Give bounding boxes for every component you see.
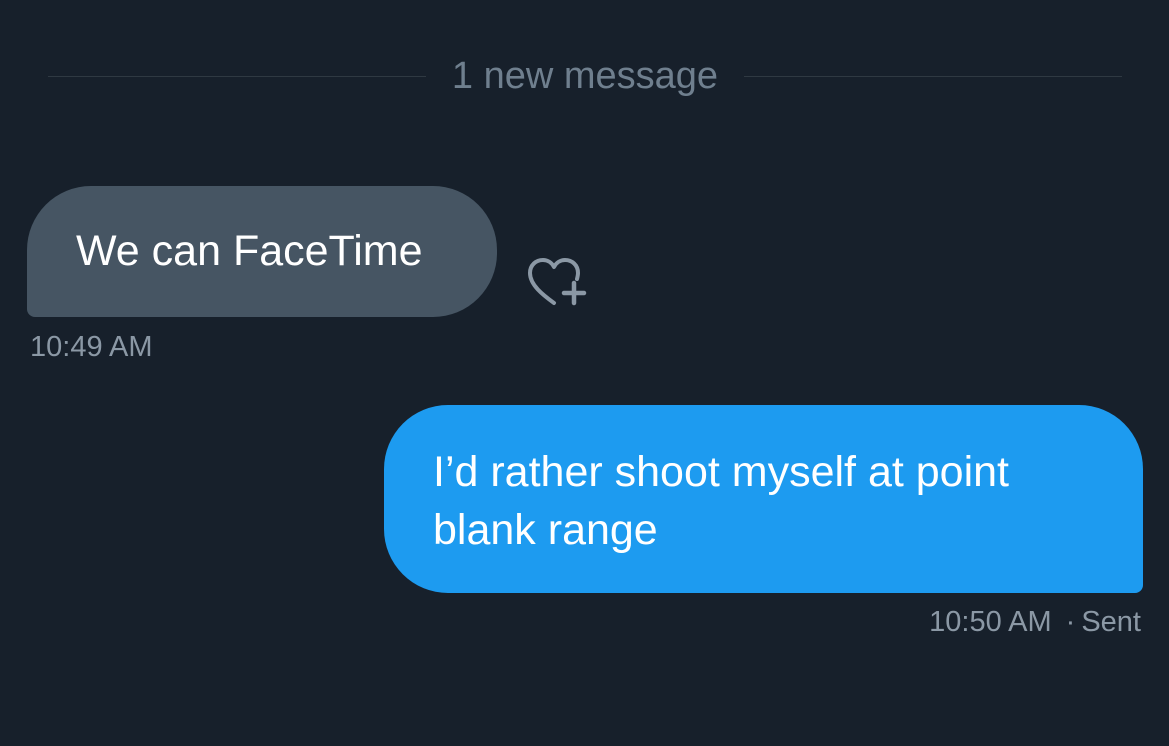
received-message-bubble[interactable]: We can FaceTime <box>27 186 497 317</box>
divider-line-left <box>48 75 426 77</box>
heart-plus-icon[interactable] <box>524 255 592 309</box>
sent-message-timestamp: 10:50 AM <box>929 606 1052 638</box>
sent-message-bubble[interactable]: I’d rather shoot myself at point blank r… <box>384 405 1143 593</box>
received-message-text: We can FaceTime <box>76 226 423 275</box>
sent-message-text: I’d rather shoot myself at point blank r… <box>433 448 1010 554</box>
new-message-label: 1 new message <box>451 55 719 97</box>
new-message-divider: 1 new message <box>48 46 1122 106</box>
meta-separator: · <box>1065 606 1076 638</box>
sent-message-meta: 10:50 AM · Sent <box>929 605 1141 640</box>
divider-line-right <box>744 75 1122 77</box>
sent-message-status: Sent <box>1081 606 1141 638</box>
received-message-timestamp: 10:49 AM <box>30 331 153 363</box>
